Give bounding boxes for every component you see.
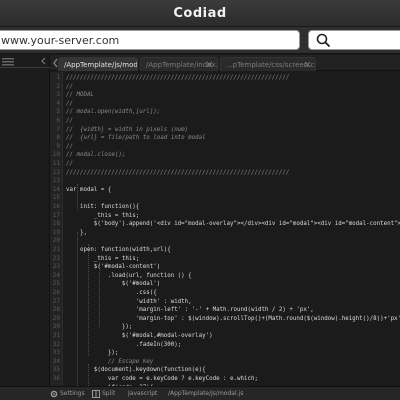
code-line: $('#modal') — [66, 281, 161, 288]
line-number: 2 — [56, 82, 60, 90]
search-icon — [316, 33, 330, 47]
code-line: 'width' : width, — [66, 298, 192, 305]
line-number: 31 — [52, 332, 60, 339]
code-line: .load(url, function () { — [66, 272, 192, 279]
search-box[interactable] — [308, 30, 400, 50]
line-number: 29 — [52, 314, 60, 322]
close-icon[interactable] — [304, 61, 311, 68]
code-line: }, — [66, 229, 87, 236]
code-line: ////////////////////////////////////////… — [66, 75, 290, 81]
code-line: // MODAL — [66, 92, 94, 99]
code-line: open: function(width,url){ — [66, 247, 171, 253]
line-number: 28 — [52, 306, 60, 314]
line-number: 4 — [56, 99, 60, 107]
line-number: 27 — [52, 297, 60, 305]
line-number: 34 — [52, 357, 60, 365]
line-number: 25 — [52, 280, 60, 288]
line-number: 6 — [56, 117, 60, 124]
line-number: 7 — [56, 125, 60, 133]
code-line: $(document).keydown(function(e){ — [66, 367, 206, 374]
line-number: 14 — [52, 185, 60, 193]
line-number: 35 — [52, 366, 60, 374]
split-icon[interactable] — [92, 390, 100, 398]
line-number: 33 — [52, 349, 60, 357]
code-line: init: function(){ — [66, 204, 140, 210]
tab-label: /AppTemplate/js/modal.js — [64, 61, 138, 69]
line-number: 12 — [52, 168, 60, 176]
tab-label: ...pTemplate/css/screen.css — [226, 61, 316, 69]
code-line: // — [66, 161, 73, 167]
line-number: 13 — [52, 177, 60, 185]
line-number-gutter: 1 2 3 4 5 6 7 8 9 10 11 12 13 14 15 16 17 18 19 20 21 22 23 24 2… — [50, 72, 63, 386]
language-mode[interactable]: Javascript — [128, 390, 157, 397]
file-manager-panel — [0, 55, 50, 388]
code-line: // — [66, 143, 73, 150]
code-line: _this = this; — [66, 255, 140, 262]
line-number: 10 — [52, 151, 60, 159]
code-line: ////////////////////////////////////////… — [66, 169, 290, 176]
line-number: 19 — [52, 228, 60, 236]
line-number: 21 — [52, 246, 60, 253]
line-number: 30 — [52, 323, 60, 331]
code-line: }); — [66, 350, 119, 357]
code-line: _this = this; — [66, 212, 140, 219]
code-line: // — [66, 100, 73, 107]
code-line: $('#modal-content') — [66, 264, 161, 271]
line-number: 24 — [52, 271, 60, 279]
line-number: 9 — [56, 142, 60, 150]
title-bar: Codiad — [0, 0, 400, 27]
code-line: 'margin-left' : '-' + Math.round(width /… — [66, 307, 314, 314]
line-number: 20 — [52, 237, 60, 245]
code-line: // — [66, 83, 73, 90]
panel-divider — [0, 67, 50, 68]
tab-modal-js[interactable]: /AppTemplate/js/modal.js — [58, 57, 138, 71]
code-line: $('#modal,#modal-overlay') — [66, 333, 213, 339]
tab-bar: /AppTemplate/js/modal.js /AppTemplate/in… — [50, 55, 400, 71]
line-number: 1 — [56, 74, 60, 81]
line-number: 23 — [52, 263, 60, 271]
line-number: 18 — [52, 220, 60, 228]
code-line: // modal.open(width,[url]); — [66, 109, 161, 116]
code-line: // Escape key — [66, 358, 154, 365]
line-number: 26 — [52, 289, 60, 296]
code-line: .fadeIn(300); — [66, 341, 182, 348]
code-line: }); — [66, 324, 133, 331]
code-line: var code = e.keyCode ? e.keyCode : e.whi… — [66, 376, 258, 382]
code-line: .css({ — [66, 290, 157, 296]
line-number: 8 — [56, 134, 60, 142]
line-number: 3 — [56, 91, 60, 99]
line-number: 16 — [52, 203, 60, 210]
settings-button[interactable]: Settings — [60, 390, 85, 397]
code-line: // modal.close(); — [66, 152, 126, 159]
code-line: var modal = { — [66, 186, 112, 193]
line-number: 22 — [52, 254, 60, 262]
status-bar: Settings Split Javascript /AppTemplate/j… — [0, 386, 400, 400]
line-number: 32 — [52, 340, 60, 348]
collapse-icon[interactable] — [40, 57, 48, 65]
line-number: 15 — [52, 194, 60, 202]
code-editor[interactable]: ////////////////////////////////////////… — [63, 72, 400, 386]
toolbar — [0, 27, 400, 54]
line-number: 36 — [52, 375, 60, 382]
line-number: 5 — [56, 108, 60, 116]
line-number: 17 — [52, 211, 60, 219]
tab-index-html[interactable]: /AppTemplate/index.html — [140, 57, 218, 71]
settings-icon[interactable] — [50, 390, 58, 398]
code-line: $('body').append('<div id="modal-overlay… — [66, 221, 400, 228]
code-line: // {url} = file/path to load into modal — [66, 135, 206, 142]
split-button[interactable]: Split — [102, 390, 115, 397]
url-input[interactable] — [0, 30, 300, 50]
code-line: // {width} = width in pixels (num) — [66, 126, 189, 133]
current-file-path: /AppTemplate/js/modal.js — [168, 390, 244, 397]
line-number: 11 — [52, 160, 60, 167]
menu-icon[interactable] — [2, 58, 14, 66]
app-title: Codiad — [173, 5, 227, 21]
code-line: // — [66, 118, 73, 124]
code-line: 'margin-top' : $(window).scrollTop()+(Ma… — [66, 315, 400, 322]
tab-screen-css[interactable]: ...pTemplate/css/screen.css — [220, 57, 316, 71]
close-icon[interactable] — [206, 61, 213, 68]
